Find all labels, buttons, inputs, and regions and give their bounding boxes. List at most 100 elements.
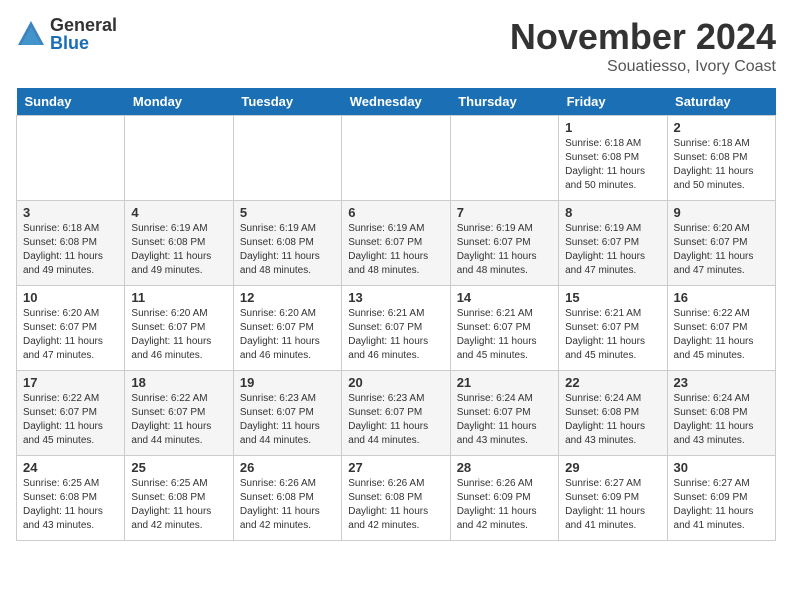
calendar-cell: 6 Sunrise: 6:19 AM Sunset: 6:07 PM Daylig… [342,201,450,286]
calendar-cell: 12 Sunrise: 6:20 AM Sunset: 6:07 PM Dayli… [233,286,341,371]
calendar-cell: 18 Sunrise: 6:22 AM Sunset: 6:07 PM Dayli… [125,371,233,456]
calendar-cell: 1 Sunrise: 6:18 AM Sunset: 6:08 PM Daylig… [559,116,667,201]
day-info: Sunrise: 6:26 AM Sunset: 6:08 PM Dayligh… [240,477,335,533]
day-number: 19 [240,375,335,390]
day-info: Sunrise: 6:19 AM Sunset: 6:08 PM Dayligh… [131,222,226,278]
day-info: Sunrise: 6:22 AM Sunset: 6:07 PM Dayligh… [674,307,769,363]
day-info: Sunrise: 6:22 AM Sunset: 6:07 PM Dayligh… [23,392,118,448]
day-info: Sunrise: 6:20 AM Sunset: 6:07 PM Dayligh… [131,307,226,363]
day-number: 10 [23,290,118,305]
calendar-week-row: 24 Sunrise: 6:25 AM Sunset: 6:08 PM Dayli… [17,456,776,541]
calendar-cell: 22 Sunrise: 6:24 AM Sunset: 6:08 PM Dayli… [559,371,667,456]
logo-general-text: General [50,16,117,34]
day-number: 12 [240,290,335,305]
day-number: 18 [131,375,226,390]
day-info: Sunrise: 6:27 AM Sunset: 6:09 PM Dayligh… [674,477,769,533]
day-info: Sunrise: 6:20 AM Sunset: 6:07 PM Dayligh… [23,307,118,363]
day-number: 3 [23,205,118,220]
day-info: Sunrise: 6:18 AM Sunset: 6:08 PM Dayligh… [23,222,118,278]
calendar-cell: 3 Sunrise: 6:18 AM Sunset: 6:08 PM Daylig… [17,201,125,286]
day-number: 27 [348,460,443,475]
day-number: 15 [565,290,660,305]
day-info: Sunrise: 6:21 AM Sunset: 6:07 PM Dayligh… [565,307,660,363]
calendar-cell: 26 Sunrise: 6:26 AM Sunset: 6:08 PM Dayli… [233,456,341,541]
day-info: Sunrise: 6:23 AM Sunset: 6:07 PM Dayligh… [240,392,335,448]
day-info: Sunrise: 6:19 AM Sunset: 6:08 PM Dayligh… [240,222,335,278]
day-number: 20 [348,375,443,390]
calendar-cell: 27 Sunrise: 6:26 AM Sunset: 6:08 PM Dayli… [342,456,450,541]
calendar-cell: 28Sunrise: 6:26 AM Sunset: 6:09 PM Dayli… [450,456,558,541]
header-thursday: Thursday [450,88,558,116]
day-number: 17 [23,375,118,390]
calendar-cell: 10 Sunrise: 6:20 AM Sunset: 6:07 PM Dayli… [17,286,125,371]
logo-icon [16,19,46,49]
calendar-cell: 14 Sunrise: 6:21 AM Sunset: 6:07 PM Dayli… [450,286,558,371]
day-info: Sunrise: 6:24 AM Sunset: 6:08 PM Dayligh… [674,392,769,448]
calendar-cell: 29Sunrise: 6:27 AM Sunset: 6:09 PM Dayli… [559,456,667,541]
calendar-cell [450,116,558,201]
day-info: Sunrise: 6:21 AM Sunset: 6:07 PM Dayligh… [457,307,552,363]
day-number: 4 [131,205,226,220]
day-info: Sunrise: 6:20 AM Sunset: 6:07 PM Dayligh… [674,222,769,278]
calendar-cell [342,116,450,201]
day-info: Sunrise: 6:27 AM Sunset: 6:09 PM Dayligh… [565,477,660,533]
day-number: 11 [131,290,226,305]
calendar-cell: 16 Sunrise: 6:22 AM Sunset: 6:07 PM Dayli… [667,286,775,371]
day-info: Sunrise: 6:20 AM Sunset: 6:07 PM Dayligh… [240,307,335,363]
day-info: Sunrise: 6:18 AM Sunset: 6:08 PM Dayligh… [565,137,660,193]
month-title: November 2024 [510,16,776,58]
day-info: Sunrise: 6:24 AM Sunset: 6:07 PM Dayligh… [457,392,552,448]
header-sunday: Sunday [17,88,125,116]
day-info: Sunrise: 6:25 AM Sunset: 6:08 PM Dayligh… [23,477,118,533]
calendar-week-row: 3 Sunrise: 6:18 AM Sunset: 6:08 PM Daylig… [17,201,776,286]
header-friday: Friday [559,88,667,116]
calendar-cell [233,116,341,201]
day-number: 25 [131,460,226,475]
location-text: Souatiesso, Ivory Coast [510,58,776,76]
header-tuesday: Tuesday [233,88,341,116]
day-number: 5 [240,205,335,220]
day-info: Sunrise: 6:26 AM Sunset: 6:08 PM Dayligh… [348,477,443,533]
day-number: 8 [565,205,660,220]
calendar-cell: 24 Sunrise: 6:25 AM Sunset: 6:08 PM Dayli… [17,456,125,541]
calendar-cell: 25 Sunrise: 6:25 AM Sunset: 6:08 PM Dayli… [125,456,233,541]
day-info: Sunrise: 6:19 AM Sunset: 6:07 PM Dayligh… [457,222,552,278]
day-number: 2 [674,120,769,135]
day-info: Sunrise: 6:24 AM Sunset: 6:08 PM Dayligh… [565,392,660,448]
day-number: 21 [457,375,552,390]
day-number: 6 [348,205,443,220]
calendar-cell: 13Sunrise: 6:21 AM Sunset: 6:07 PM Dayli… [342,286,450,371]
day-info: Sunrise: 6:19 AM Sunset: 6:07 PM Dayligh… [348,222,443,278]
calendar-cell: 2 Sunrise: 6:18 AM Sunset: 6:08 PM Daylig… [667,116,775,201]
day-number: 26 [240,460,335,475]
day-number: 1 [565,120,660,135]
day-number: 16 [674,290,769,305]
calendar-cell: 5 Sunrise: 6:19 AM Sunset: 6:08 PM Daylig… [233,201,341,286]
day-info: Sunrise: 6:22 AM Sunset: 6:07 PM Dayligh… [131,392,226,448]
day-number: 9 [674,205,769,220]
calendar-cell: 7 Sunrise: 6:19 AM Sunset: 6:07 PM Daylig… [450,201,558,286]
calendar-cell [125,116,233,201]
calendar-cell [17,116,125,201]
calendar-week-row: 1 Sunrise: 6:18 AM Sunset: 6:08 PM Daylig… [17,116,776,201]
day-number: 23 [674,375,769,390]
calendar-cell: 21 Sunrise: 6:24 AM Sunset: 6:07 PM Dayli… [450,371,558,456]
calendar-cell: 23 Sunrise: 6:24 AM Sunset: 6:08 PM Dayli… [667,371,775,456]
day-info: Sunrise: 6:18 AM Sunset: 6:08 PM Dayligh… [674,137,769,193]
day-number: 28 [457,460,552,475]
calendar-cell: 11 Sunrise: 6:20 AM Sunset: 6:07 PM Dayli… [125,286,233,371]
day-number: 30 [674,460,769,475]
day-info: Sunrise: 6:19 AM Sunset: 6:07 PM Dayligh… [565,222,660,278]
day-info: Sunrise: 6:25 AM Sunset: 6:08 PM Dayligh… [131,477,226,533]
page-header: General Blue November 2024 Souatiesso, I… [16,16,776,76]
day-info: Sunrise: 6:21 AM Sunset: 6:07 PM Dayligh… [348,307,443,363]
header-saturday: Saturday [667,88,775,116]
day-number: 24 [23,460,118,475]
day-number: 14 [457,290,552,305]
calendar-week-row: 17 Sunrise: 6:22 AM Sunset: 6:07 PM Dayli… [17,371,776,456]
day-number: 7 [457,205,552,220]
calendar-cell: 20 Sunrise: 6:23 AM Sunset: 6:07 PM Dayli… [342,371,450,456]
day-number: 22 [565,375,660,390]
day-info: Sunrise: 6:23 AM Sunset: 6:07 PM Dayligh… [348,392,443,448]
logo: General Blue [16,16,117,52]
